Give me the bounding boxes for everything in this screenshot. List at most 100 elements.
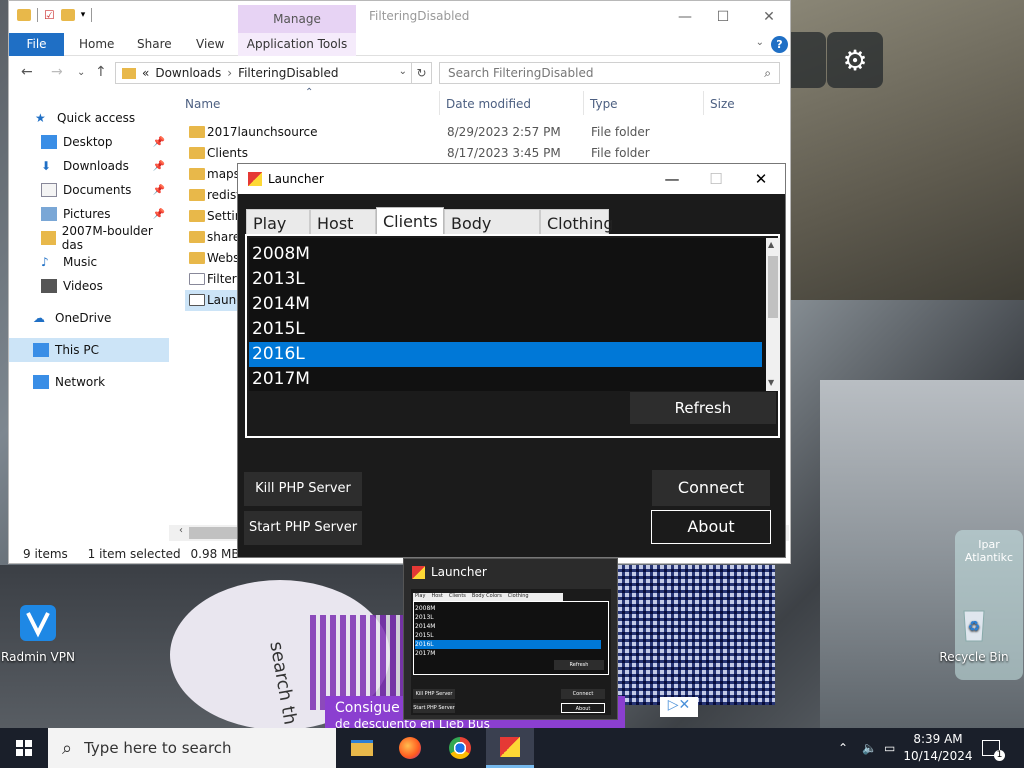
start-button[interactable] xyxy=(0,728,48,768)
back-arrow-icon[interactable]: ← xyxy=(21,64,33,80)
launcher-titlebar[interactable]: Launcher — ☐ ✕ xyxy=(238,164,785,194)
scroll-thumb[interactable] xyxy=(768,256,778,318)
tab-play[interactable]: Play xyxy=(246,209,310,234)
file-type: File folder xyxy=(591,146,650,160)
file-date: 8/29/2023 2:57 PM xyxy=(447,125,561,139)
expand-ribbon-icon[interactable]: ⌄ xyxy=(756,37,764,48)
scroll-left-icon[interactable]: ‹ xyxy=(179,525,183,536)
kill-php-server-button[interactable]: Kill PHP Server xyxy=(244,472,362,506)
tab-clothing[interactable]: Clothing xyxy=(540,209,614,234)
nav-desktop[interactable]: Desktop 📌 xyxy=(9,130,169,154)
list-scrollbar[interactable]: ▲ ▼ xyxy=(766,238,780,391)
folder-icon[interactable] xyxy=(17,9,31,21)
column-type[interactable]: Type xyxy=(590,97,618,111)
address-bar[interactable]: « Downloads › FilteringDisabled ⌄ xyxy=(115,62,412,84)
chrome-icon[interactable] xyxy=(436,728,484,768)
breadcrumb-overflow[interactable]: « xyxy=(142,66,149,80)
maximize-button[interactable]: ☐ xyxy=(700,3,746,31)
tab-view[interactable]: View xyxy=(196,37,224,51)
chevron-down-icon[interactable]: ▾ xyxy=(81,10,86,20)
file-explorer-taskbar-icon[interactable] xyxy=(338,728,386,768)
nav-pictures[interactable]: Pictures 📌 xyxy=(9,202,169,226)
properties-icon[interactable]: ☑ xyxy=(44,8,55,22)
notifications-icon[interactable]: 1 xyxy=(982,728,1005,768)
tab-home[interactable]: Home xyxy=(79,37,114,51)
tab-file[interactable]: File xyxy=(9,33,64,56)
show-hidden-icons[interactable]: ⌃ xyxy=(838,728,848,768)
up-arrow-icon[interactable]: ↑ xyxy=(95,64,107,80)
folder-icon xyxy=(189,231,205,243)
nav-documents[interactable]: Documents 📌 xyxy=(9,178,169,202)
tab-share[interactable]: Share xyxy=(137,37,172,51)
maximize-button[interactable]: ☐ xyxy=(696,168,736,190)
tab-body-colors[interactable]: Body Colors xyxy=(444,209,540,252)
start-php-server-button[interactable]: Start PHP Server xyxy=(244,511,362,545)
breadcrumb-filteringdisabled[interactable]: FilteringDisabled xyxy=(238,66,338,80)
taskbar-thumbnail-preview[interactable]: Launcher Play Host Clients Body Colors C… xyxy=(403,558,618,720)
breadcrumb-separator[interactable]: › xyxy=(227,66,232,80)
forward-arrow-icon[interactable]: → xyxy=(51,64,63,80)
file-row[interactable]: Clients 8/17/2023 3:45 PM File folder xyxy=(185,143,785,164)
tab-host[interactable]: Host xyxy=(310,209,376,234)
desktop-icon-radmin-vpn[interactable]: Radmin VPN xyxy=(0,603,76,664)
network-icon xyxy=(33,375,49,389)
search-input[interactable]: Search FilteringDisabled ⌕ xyxy=(439,62,780,84)
explorer-titlebar[interactable]: ☑ ▾ Manage FilteringDisabled — ☐ ✕ xyxy=(9,1,790,33)
help-icon[interactable]: ? xyxy=(771,36,788,53)
clock[interactable]: 8:39 AM 10/14/2024 xyxy=(902,731,974,765)
list-item[interactable]: 2017M xyxy=(249,367,762,391)
preview-content: Play Host Clients Body Colors Clothing 2… xyxy=(411,589,611,715)
tab-application-tools[interactable]: Application Tools xyxy=(238,33,356,56)
close-button[interactable]: ✕ xyxy=(746,3,792,31)
search-placeholder: Type here to search xyxy=(84,739,232,757)
desktop-icon xyxy=(41,135,57,149)
gear-icon[interactable]: ⚙ xyxy=(827,32,883,88)
list-item[interactable]: 2013L xyxy=(249,267,762,292)
list-item-selected[interactable]: 2016L xyxy=(249,342,762,367)
list-item[interactable]: 2008M xyxy=(249,242,762,267)
nav-downloads[interactable]: ⬇ Downloads 📌 xyxy=(9,154,169,178)
nav-onedrive[interactable]: ☁ OneDrive xyxy=(9,306,169,330)
address-dropdown-icon[interactable]: ⌄ xyxy=(399,66,407,77)
refresh-button[interactable]: Refresh xyxy=(630,392,776,424)
preview-refresh: Refresh xyxy=(554,660,604,670)
firefox-icon[interactable] xyxy=(386,728,434,768)
taskbar-search-input[interactable]: ⌕ Type here to search xyxy=(48,728,336,768)
nav-videos[interactable]: Videos xyxy=(9,274,169,298)
nav-network[interactable]: Network xyxy=(9,370,169,394)
connect-button[interactable]: Connect xyxy=(652,470,770,506)
column-date-modified[interactable]: Date modified xyxy=(446,97,531,111)
network-icon[interactable]: ▭ xyxy=(884,728,895,768)
manage-context-tab[interactable]: Manage xyxy=(238,5,356,33)
tab-clients[interactable]: Clients xyxy=(376,207,444,235)
scroll-down-icon[interactable]: ▼ xyxy=(768,378,774,387)
nav-this-pc[interactable]: This PC xyxy=(9,338,169,362)
nav-music[interactable]: ♪ Music xyxy=(9,250,169,274)
column-name[interactable]: Name xyxy=(185,97,220,111)
volume-muted-icon[interactable]: 🔈 xyxy=(862,728,877,768)
minimize-button[interactable]: — xyxy=(652,168,692,190)
new-folder-icon[interactable] xyxy=(60,9,75,21)
pictures-icon xyxy=(41,207,57,221)
launcher-window[interactable]: Launcher — ☐ ✕ Play Host Clients Body Co… xyxy=(237,163,786,558)
ad-choices-icon[interactable]: ▷✕ xyxy=(660,697,698,717)
scroll-up-icon[interactable]: ▲ xyxy=(768,240,774,249)
nav-quick-access[interactable]: ★ Quick access xyxy=(9,106,169,130)
music-icon: ♪ xyxy=(41,255,49,269)
recent-locations-icon[interactable]: ⌄ xyxy=(77,67,85,78)
file-row[interactable]: 2017launchsource 8/29/2023 2:57 PM File fo… xyxy=(185,122,785,143)
nav-2007m-boulder[interactable]: 2007M-boulder das xyxy=(9,224,169,252)
preview-tab: Clothing xyxy=(507,593,529,599)
breadcrumb-downloads[interactable]: Downloads xyxy=(155,66,221,80)
list-item[interactable]: 2015L xyxy=(249,317,762,342)
file-name: maps xyxy=(207,167,240,181)
column-size[interactable]: Size xyxy=(710,97,735,111)
close-button[interactable]: ✕ xyxy=(741,168,781,190)
launcher-taskbar-icon[interactable] xyxy=(486,728,534,768)
about-button[interactable]: About xyxy=(651,510,771,544)
clients-listbox[interactable]: 2008M 2013L 2014M 2015L 2016L 2017M xyxy=(249,238,766,391)
refresh-icon[interactable]: ↻ xyxy=(412,62,432,84)
pin-icon: 📌 xyxy=(152,136,165,148)
list-item[interactable]: 2014M xyxy=(249,292,762,317)
desktop-icon-recycle-bin[interactable]: ♻ Recycle Bin xyxy=(936,603,1012,664)
